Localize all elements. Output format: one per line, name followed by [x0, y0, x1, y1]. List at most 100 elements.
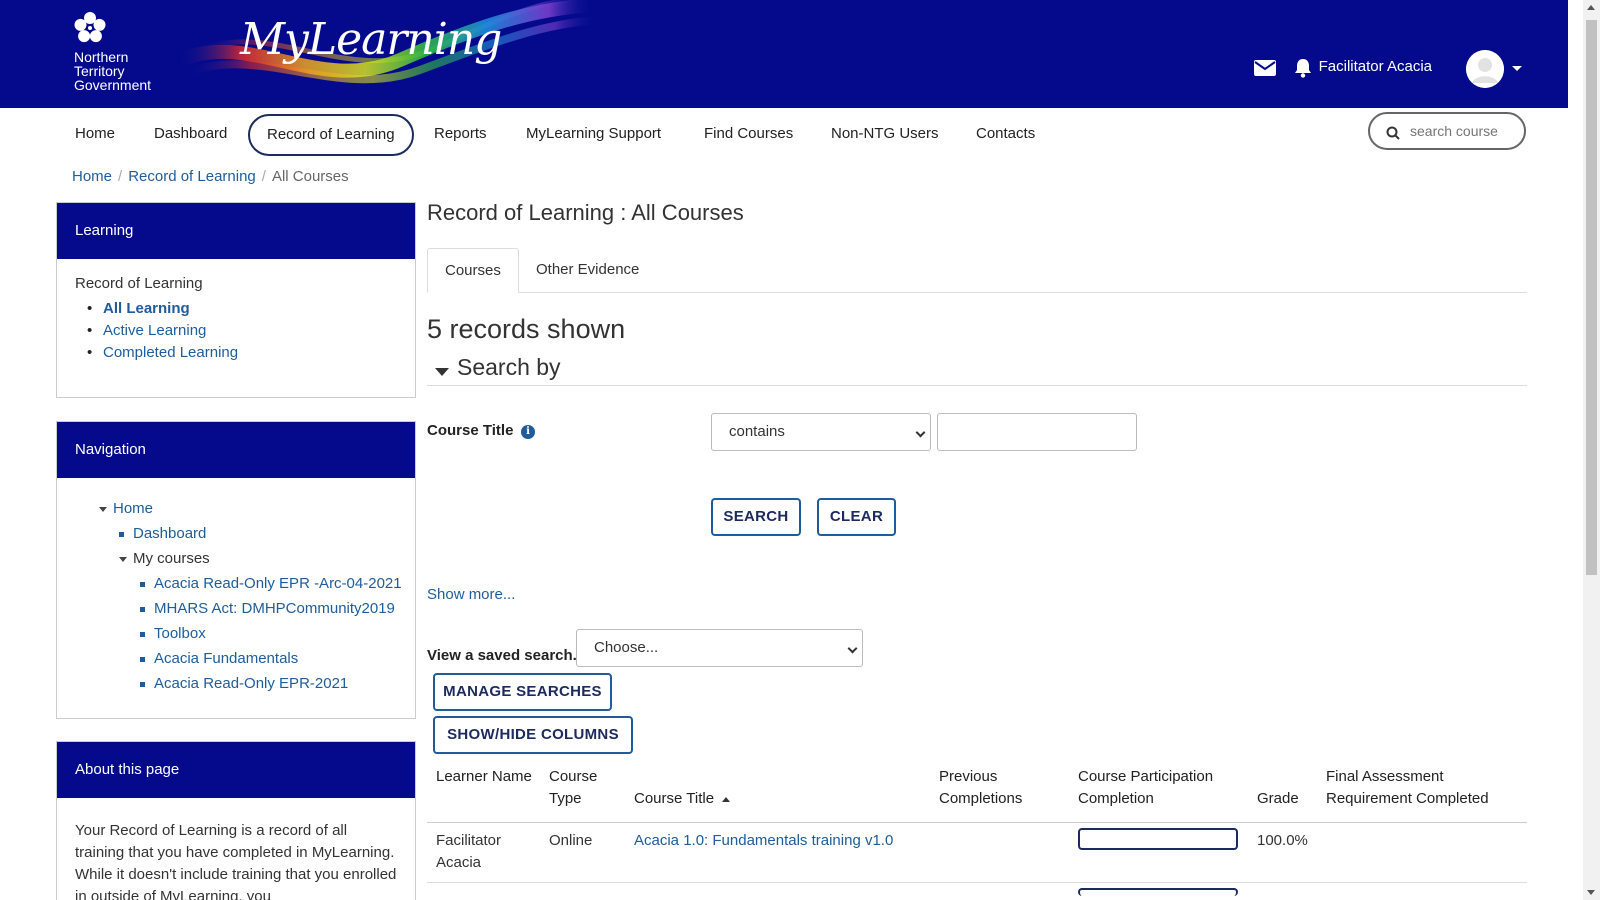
tree-course-link[interactable]: Acacia Read-Only EPR -Arc-04-2021 — [154, 575, 402, 592]
column-header-course-type[interactable]: Course Type — [549, 766, 619, 810]
course-search-box[interactable] — [1368, 112, 1526, 150]
list-item: Active Learning — [87, 320, 397, 342]
navigation-block: Navigation Home Dashboard My courses Aca… — [56, 421, 416, 719]
tree-course-link[interactable]: Toolbox — [154, 625, 206, 642]
manage-searches-button[interactable]: MANAGE SEARCHES — [433, 673, 612, 711]
list-item: Completed Learning — [87, 342, 397, 364]
site-header: Northern Territory Government MyLearning… — [0, 0, 1568, 108]
tree-dashboard-link[interactable]: Dashboard — [133, 525, 206, 542]
course-search-input[interactable] — [1410, 120, 1518, 142]
records-count: 5 records shown — [427, 314, 626, 344]
bullet-icon — [119, 531, 124, 537]
scrollbar-thumb[interactable] — [1586, 20, 1597, 575]
navigation-block-title: Navigation — [57, 422, 415, 478]
main-navigation: Home Dashboard Record of Learning Report… — [0, 108, 1568, 158]
info-icon[interactable]: i — [521, 425, 535, 439]
chevron-down-icon[interactable] — [99, 506, 107, 512]
chevron-down-icon[interactable] — [1512, 66, 1522, 71]
link-completed-learning[interactable]: Completed Learning — [103, 344, 238, 361]
course-participation-progress — [1078, 828, 1238, 850]
column-header-learner-name[interactable]: Learner Name — [436, 766, 536, 788]
ntg-flower-icon — [74, 12, 106, 43]
avatar[interactable] — [1466, 50, 1504, 88]
sort-ascending-icon — [722, 796, 731, 802]
table-row-divider — [427, 882, 1527, 883]
tab-other-evidence[interactable]: Other Evidence — [519, 248, 656, 293]
tree-course[interactable]: Acacia Read-Only EPR -Arc-04-2021 — [75, 571, 402, 596]
saved-search-label: View a saved search... — [427, 647, 586, 664]
search-by-toggle[interactable]: Search by — [427, 352, 1527, 386]
tree-course-link[interactable]: MHARS Act: DMHPCommunity2019 — [154, 600, 395, 617]
bell-icon[interactable] — [1292, 58, 1314, 78]
breadcrumb-record-of-learning[interactable]: Record of Learning — [128, 168, 256, 185]
tab-courses[interactable]: Courses — [427, 248, 519, 293]
tree-my-courses[interactable]: My courses — [75, 546, 397, 571]
column-header-final-assessment[interactable]: Final Assessment Requirement Completed — [1326, 766, 1526, 810]
tree-course[interactable]: Acacia Fundamentals — [75, 646, 397, 671]
cell-course-title: Acacia 1.0: Fundamentals training v1.0 — [634, 830, 893, 852]
nav-reports[interactable]: Reports — [417, 114, 504, 156]
course-title-search-field[interactable] — [937, 413, 1137, 451]
learning-block: Learning Record of Learning All Learning… — [56, 202, 416, 398]
column-header-grade[interactable]: Grade — [1257, 788, 1299, 810]
bullet-icon — [140, 656, 145, 662]
link-active-learning[interactable]: Active Learning — [103, 322, 206, 339]
breadcrumb-separator: / — [118, 168, 123, 185]
tree-home[interactable]: Home — [75, 496, 397, 521]
column-header-course-title-label: Course Title — [634, 790, 715, 807]
saved-search-select[interactable]: Choose... — [576, 629, 863, 667]
about-block-title: About this page — [57, 742, 415, 798]
tree-course[interactable]: Acacia Read-Only EPR-2021 — [75, 671, 397, 696]
nav-dashboard[interactable]: Dashboard — [137, 114, 244, 156]
cell-learner-name: Facilitator Acacia — [436, 832, 502, 871]
column-header-course-title[interactable]: Course Title — [634, 788, 731, 810]
about-block: About this page Your Record of Learning … — [56, 741, 416, 900]
chevron-down-icon — [435, 368, 449, 376]
nav-home[interactable]: Home — [58, 114, 132, 156]
about-block-text: Your Record of Learning is a record of a… — [75, 822, 397, 900]
main-content: Record of Learning : All Courses Courses… — [427, 196, 1527, 896]
operator-select-value: contains — [729, 423, 785, 440]
nav-find-courses[interactable]: Find Courses — [687, 114, 810, 156]
org-name: Northern Territory Government — [74, 49, 152, 93]
scroll-down-icon[interactable] — [1587, 890, 1595, 895]
operator-select[interactable]: contains — [711, 413, 931, 451]
search-button[interactable]: SEARCH — [711, 498, 801, 536]
breadcrumb-home[interactable]: Home — [72, 168, 112, 185]
saved-search-value: Choose... — [594, 639, 659, 656]
clear-button[interactable]: CLEAR — [817, 498, 896, 536]
nav-non-ntg-users[interactable]: Non-NTG Users — [814, 114, 956, 156]
learning-block-title: Learning — [57, 203, 415, 259]
tree-home-link[interactable]: Home — [113, 500, 153, 517]
bullet-icon — [140, 631, 145, 637]
breadcrumb: Home / Record of Learning / All Courses — [72, 168, 349, 185]
breadcrumb-separator: / — [261, 168, 266, 185]
cell-course-type: Online — [549, 832, 593, 849]
column-header-previous-completions[interactable]: Previous Completions — [939, 766, 1049, 810]
table-header-divider — [427, 822, 1527, 823]
course-title-link[interactable]: Acacia 1.0: Fundamentals training v1.0 — [634, 832, 893, 849]
nav-record-of-learning[interactable]: Record of Learning — [248, 114, 414, 156]
page-title: Record of Learning : All Courses — [427, 200, 744, 225]
nav-mylearning-support[interactable]: MyLearning Support — [509, 114, 678, 156]
column-header-course-participation[interactable]: Course Participation Completion — [1078, 766, 1238, 810]
tree-course-link[interactable]: Acacia Fundamentals — [154, 650, 298, 667]
tree-course[interactable]: MHARS Act: DMHPCommunity2019 — [75, 596, 397, 621]
envelope-icon[interactable] — [1254, 58, 1276, 78]
show-more-link[interactable]: Show more... — [427, 586, 515, 603]
scroll-up-icon[interactable] — [1587, 5, 1595, 10]
chevron-down-icon[interactable] — [119, 556, 127, 562]
tree-course[interactable]: Toolbox — [75, 621, 397, 646]
cell-grade: 100.0% — [1257, 832, 1308, 849]
bullet-icon — [140, 606, 145, 612]
search-by-heading: Search by — [457, 354, 561, 380]
link-all-learning[interactable]: All Learning — [103, 300, 190, 317]
page-scrollbar[interactable] — [1583, 0, 1600, 900]
tree-dashboard[interactable]: Dashboard — [75, 521, 397, 546]
tree-course-link[interactable]: Acacia Read-Only EPR-2021 — [154, 675, 348, 692]
app-logo[interactable]: MyLearning — [240, 14, 502, 65]
show-hide-columns-button[interactable]: SHOW/HIDE COLUMNS — [433, 716, 633, 754]
nav-contacts[interactable]: Contacts — [959, 114, 1052, 156]
user-menu-name[interactable]: Facilitator Acacia — [1319, 58, 1432, 75]
breadcrumb-current: All Courses — [271, 168, 349, 185]
